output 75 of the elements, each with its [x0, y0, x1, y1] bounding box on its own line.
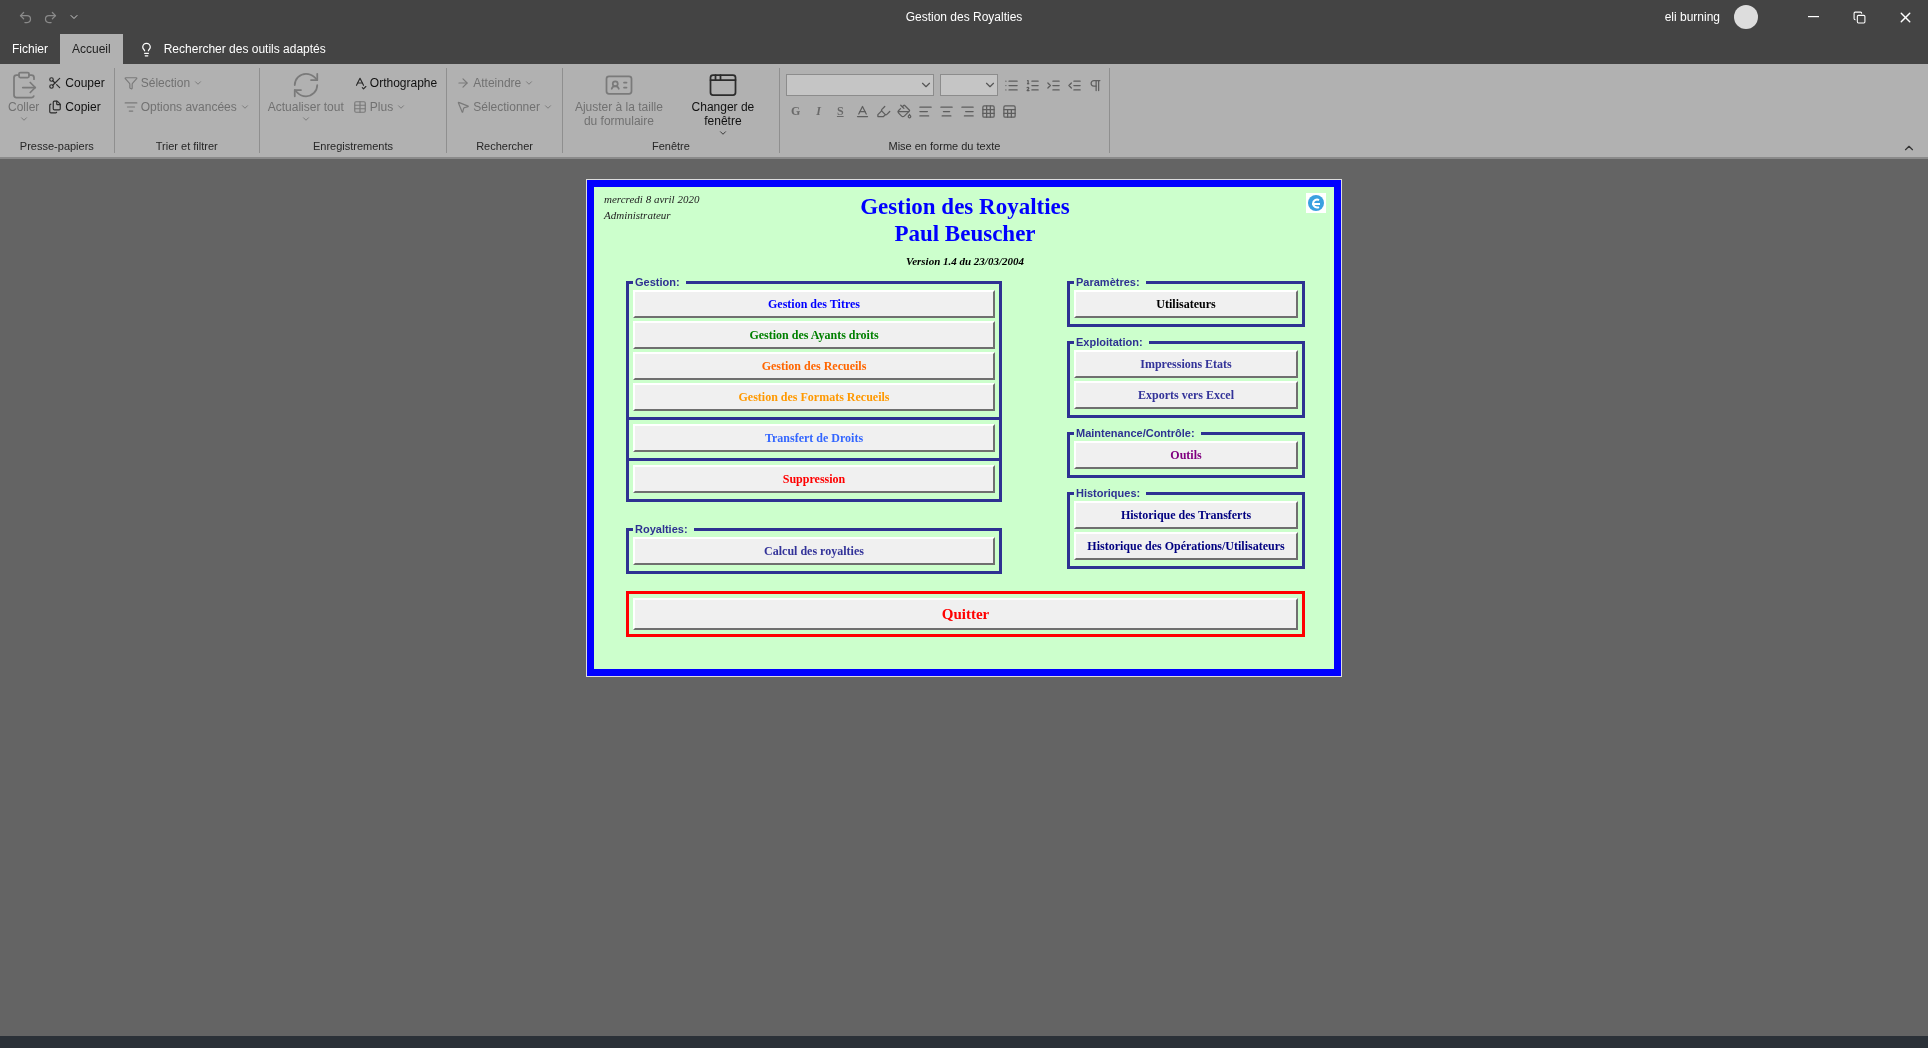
pointer-icon: [456, 100, 471, 114]
user-name: eli burning: [1664, 10, 1720, 24]
restore-icon: [1852, 10, 1866, 24]
tell-me-search[interactable]: Rechercher des outils adaptés: [130, 34, 334, 64]
font-name-combo[interactable]: [785, 74, 934, 96]
form-button[interactable]: Impressions Etats: [1074, 350, 1298, 378]
indent-icon[interactable]: [1045, 77, 1061, 93]
bullets-icon[interactable]: [1003, 77, 1019, 93]
font-color-icon[interactable]: [854, 103, 870, 119]
form-button[interactable]: Utilisateurs: [1074, 290, 1298, 318]
redo-icon[interactable]: [43, 9, 58, 25]
arrow-icon: [456, 76, 471, 90]
group-label: Enregistrements: [311, 140, 395, 153]
group-label: Fenêtre: [650, 140, 691, 153]
avatar: [1734, 5, 1758, 29]
ribbon-button[interactable]: Copier: [45, 96, 108, 118]
group-label: Presse-papiers: [18, 140, 95, 153]
form-button[interactable]: Suppression: [633, 465, 995, 493]
form-button[interactable]: Exports vers Excel: [1074, 381, 1298, 409]
fill-bucket-icon[interactable]: [896, 103, 912, 119]
undo-icon[interactable]: [18, 9, 33, 25]
gridlines-icon[interactable]: [980, 103, 996, 119]
form-button[interactable]: Gestion des Ayants droits: [633, 321, 995, 349]
caret-icon: [300, 114, 311, 124]
align-center-icon[interactable]: [938, 103, 954, 119]
group-title: Exploitation:: [1075, 337, 1144, 347]
numbering-icon[interactable]: [1024, 77, 1040, 93]
group-title: Historiques:: [1075, 488, 1142, 498]
ribbon-button[interactable]: Orthographe: [349, 72, 441, 94]
form-button[interactable]: Gestion des Recueils: [633, 352, 995, 380]
form-button[interactable]: Gestion des Titres: [633, 290, 995, 318]
form-button[interactable]: Transfert de Droits: [633, 424, 995, 452]
date-text: mercredi 8 avril 2020: [604, 193, 701, 205]
caret-icon: [524, 78, 535, 88]
ribbon-tab[interactable]: Fichier: [0, 34, 60, 64]
copy-icon: [48, 100, 63, 114]
form-button[interactable]: Historique des Opérations/Utilisateurs: [1074, 532, 1298, 560]
group-label: Trier et filtrer: [154, 140, 219, 153]
group-title: Gestion:: [634, 277, 681, 287]
align-right-icon[interactable]: [959, 103, 975, 119]
font-size-combo[interactable]: [939, 74, 998, 96]
scissors-icon: [48, 76, 63, 90]
group-title: Paramètres:: [1075, 277, 1141, 287]
highlighter-icon[interactable]: [875, 103, 891, 119]
group-title: Royalties:: [634, 524, 689, 534]
table-icon: [352, 100, 367, 114]
ribbon-button[interactable]: Changer de fenêtre: [672, 68, 773, 140]
group-label: Mise en forme du texte: [887, 140, 1002, 153]
caret-icon: [542, 102, 553, 112]
window-title: Gestion des Royalties: [905, 10, 1023, 24]
ribbon-tab[interactable]: Accueil: [60, 34, 123, 64]
logo-icon: [1306, 193, 1326, 213]
paragraph-icon[interactable]: [1087, 77, 1103, 93]
group-title: Maintenance/Contrôle:: [1075, 428, 1196, 438]
minimize-icon: [1807, 16, 1819, 18]
version-text: Version 1.4 du 23/03/2004: [906, 255, 1024, 267]
form-button[interactable]: Calcul des royalties: [633, 537, 995, 565]
caret-icon: [239, 102, 250, 112]
form-button[interactable]: Outils: [1074, 441, 1298, 469]
role-text: Administrateur: [604, 209, 672, 221]
form-title: Gestion des Royalties: [860, 193, 1070, 220]
caret-icon: [717, 128, 728, 138]
filter-icon: [123, 76, 138, 90]
filter-list-icon: [123, 100, 138, 114]
caret-icon: [396, 102, 407, 112]
table-icon[interactable]: [1001, 103, 1017, 119]
form-subtitle: Paul Beuscher: [894, 220, 1036, 247]
outdent-icon[interactable]: [1066, 77, 1082, 93]
group-label: Rechercher: [475, 140, 534, 153]
align-left-icon[interactable]: [917, 103, 933, 119]
caret-icon: [193, 78, 204, 88]
caret-icon: [18, 114, 29, 124]
quit-button[interactable]: Quitter: [633, 598, 1298, 630]
ribbon-button[interactable]: Couper: [45, 72, 108, 94]
form-button[interactable]: Historique des Transferts: [1074, 501, 1298, 529]
